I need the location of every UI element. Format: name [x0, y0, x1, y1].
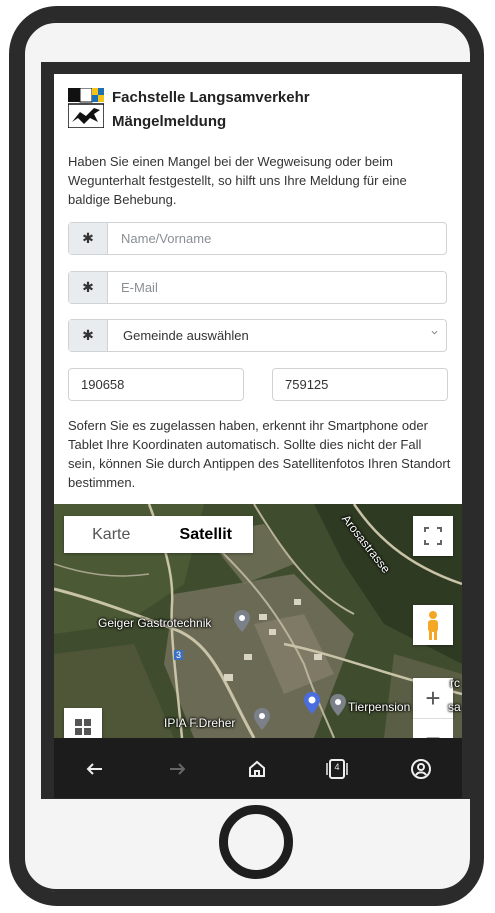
place-pin-icon[interactable] [254, 708, 270, 730]
chevron-down-icon [431, 330, 438, 335]
forward-arrow-icon[interactable] [164, 756, 190, 782]
tab-count: 4 [334, 762, 340, 772]
fullscreen-icon [424, 527, 442, 545]
email-field[interactable]: ✱ E-Mail [68, 271, 447, 304]
name-field[interactable]: ✱ Name/Vorname [68, 222, 447, 255]
map-type-satellit[interactable]: Satellit [159, 516, 254, 553]
fullscreen-button[interactable] [413, 516, 453, 556]
screen: Fachstelle Langsamverkehr Mängelmeldung … [54, 74, 462, 738]
route-shield: 3 [174, 650, 184, 660]
place-pin-icon[interactable] [330, 694, 346, 716]
map-layers-button[interactable] [64, 708, 102, 738]
poi-pin-icon[interactable] [304, 692, 320, 714]
satellite-map[interactable]: Karte Satellit + − Arosastrasse Geiger G… [54, 504, 462, 738]
street-view-button[interactable] [413, 605, 453, 645]
form-title: Mängelmeldung [112, 113, 227, 130]
map-type-control: Karte Satellit [64, 516, 253, 553]
canton-logo [68, 88, 104, 128]
required-asterisk-icon: ✱ [69, 320, 108, 351]
pegman-icon [428, 611, 438, 640]
org-name: Fachstelle Langsamverkehr [112, 89, 310, 106]
zoom-in-button[interactable]: + [413, 678, 453, 718]
required-asterisk-icon: ✱ [69, 223, 108, 254]
municipality-select-value: Gemeinde auswählen [123, 328, 249, 343]
back-arrow-icon[interactable] [82, 756, 108, 782]
required-asterisk-icon: ✱ [69, 272, 108, 303]
place-label: IPIA F.Dreher [164, 716, 236, 730]
place-pin-icon[interactable] [234, 610, 250, 632]
home-icon[interactable] [244, 756, 270, 782]
location-note: Sofern Sie es zugelassen haben, erkennt … [68, 418, 451, 490]
system-navigation-bar: 4 [54, 738, 462, 798]
email-placeholder: E-Mail [121, 280, 158, 295]
place-label: sa [448, 700, 461, 714]
phone-home-button[interactable] [219, 805, 293, 879]
map-type-karte[interactable]: Karte [64, 516, 159, 553]
coordinate-x-input[interactable]: 190658 [68, 368, 244, 401]
account-icon[interactable] [408, 756, 434, 782]
tabs-button[interactable]: 4 [324, 756, 350, 782]
place-label: Geiger Gastrotechnik [98, 616, 212, 630]
grid-icon [75, 719, 91, 735]
municipality-select[interactable]: ✱ Gemeinde auswählen [68, 319, 447, 352]
place-label: rc [450, 676, 460, 690]
name-placeholder: Name/Vorname [121, 231, 212, 246]
place-label: Tierpension [348, 700, 411, 714]
coordinate-y-input[interactable]: 759125 [272, 368, 448, 401]
intro-text: Haben Sie einen Mangel bei der Wegweisun… [68, 154, 407, 207]
zoom-out-button[interactable]: − [413, 718, 453, 738]
